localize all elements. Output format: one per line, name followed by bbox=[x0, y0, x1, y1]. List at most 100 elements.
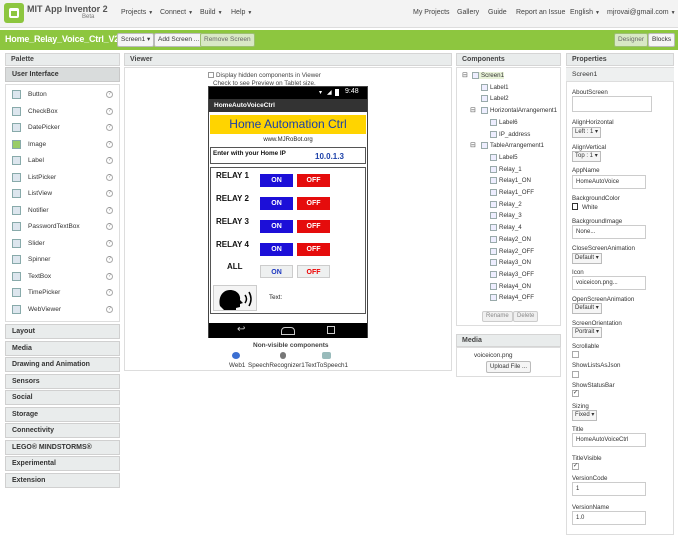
component-tree-item[interactable]: Relay3_OFF bbox=[490, 270, 534, 278]
ip-address-field[interactable]: 10.0.1.3 bbox=[315, 152, 344, 161]
language-menu[interactable]: English ▼ bbox=[570, 9, 600, 16]
show-lists-checkbox[interactable] bbox=[572, 371, 579, 378]
title-input[interactable]: HomeAutoVoiceCtrl bbox=[572, 433, 646, 447]
component-tree-item[interactable]: Relay4_ON bbox=[490, 282, 531, 290]
help-icon[interactable]: ? bbox=[106, 223, 113, 230]
background-image-input[interactable]: None... bbox=[572, 225, 646, 239]
nonvisible-text-to-speech[interactable]: TextToSpeech1 bbox=[305, 362, 348, 369]
component-tree-item[interactable]: Label1 bbox=[481, 83, 509, 91]
url-label[interactable]: www.MJRoBot.org bbox=[209, 137, 367, 143]
palette-group-user-interface[interactable]: User Interface bbox=[5, 67, 120, 82]
component-tree-item[interactable]: Relay_2 bbox=[490, 200, 522, 208]
color-swatch-icon[interactable] bbox=[572, 203, 578, 210]
palette-category[interactable]: Experimental bbox=[5, 456, 120, 471]
palette-category[interactable]: Drawing and Animation bbox=[5, 357, 120, 372]
component-tree-item[interactable]: HorizontalArrangement1 bbox=[481, 107, 557, 114]
help-icon[interactable]: ? bbox=[106, 190, 113, 197]
speech-bubble-icon[interactable] bbox=[322, 352, 331, 359]
help-icon[interactable]: ? bbox=[106, 272, 113, 280]
show-status-bar-checkbox[interactable]: ✓ bbox=[572, 390, 579, 397]
component-tree-item[interactable]: Relay3_ON bbox=[490, 259, 531, 266]
palette-item-datepicker[interactable]: DatePicker? bbox=[6, 120, 119, 136]
palette-item-webviewer[interactable]: WebViewer? bbox=[6, 302, 119, 318]
help-icon[interactable]: ? bbox=[106, 305, 113, 313]
palette-item-listpicker[interactable]: ListPicker? bbox=[6, 170, 119, 186]
palette-item-listview[interactable]: ListView? bbox=[6, 186, 119, 202]
nonvisible-speech-recognizer[interactable]: SpeechRecognizer1 bbox=[248, 362, 305, 369]
open-animation-select[interactable]: Default ▾ bbox=[572, 303, 602, 314]
relay-2-off-button[interactable]: OFF bbox=[297, 197, 330, 210]
palette-item-notifier[interactable]: Notifier? bbox=[6, 203, 119, 219]
palette-item-timepicker[interactable]: TimePicker? bbox=[6, 285, 119, 301]
relay-2-on-button[interactable]: ON bbox=[260, 197, 293, 210]
component-tree-item[interactable]: Relay1_ON bbox=[490, 177, 531, 184]
gallery-link[interactable]: Gallery bbox=[457, 9, 479, 16]
all-off-button[interactable]: OFF bbox=[297, 265, 330, 278]
palette-item-passwordtextbox[interactable]: PasswordTextBox? bbox=[6, 219, 119, 235]
help-icon[interactable]: ? bbox=[106, 157, 113, 164]
screen-title-bar[interactable]: HomeAutoVoiceCtrl bbox=[209, 99, 367, 112]
palette-item-textbox[interactable]: TextBox? bbox=[6, 269, 119, 285]
align-vertical-select[interactable]: Top : 1 ▾ bbox=[572, 151, 601, 162]
palette-item-label[interactable]: Label? bbox=[6, 153, 119, 169]
relay-2-label[interactable]: RELAY 2 bbox=[216, 194, 249, 203]
text-label[interactable]: Text: bbox=[269, 294, 282, 301]
about-screen-input[interactable] bbox=[572, 96, 652, 112]
menu-build[interactable]: Build ▼ bbox=[200, 9, 223, 16]
help-icon[interactable]: ? bbox=[106, 173, 113, 181]
menu-help[interactable]: Help ▼ bbox=[231, 9, 252, 16]
palette-category[interactable]: Social bbox=[5, 390, 120, 405]
report-issue-link[interactable]: Report an Issue bbox=[516, 9, 565, 16]
upload-file-button[interactable]: Upload File ... bbox=[486, 361, 532, 373]
collapse-icon[interactable]: ⊟ bbox=[470, 106, 476, 114]
microphone-icon[interactable] bbox=[280, 352, 286, 359]
hidden-components-checkbox[interactable] bbox=[208, 72, 214, 79]
component-tree-item[interactable]: IP_address bbox=[490, 130, 530, 138]
component-tree-item[interactable]: Relay1_OFF bbox=[490, 189, 534, 196]
palette-category[interactable]: Storage bbox=[5, 406, 120, 422]
designer-button[interactable]: Designer bbox=[614, 33, 649, 47]
help-icon[interactable]: ? bbox=[106, 206, 113, 214]
help-icon[interactable]: ? bbox=[106, 239, 113, 247]
palette-item-spinner[interactable]: Spinner? bbox=[6, 252, 119, 268]
palette-category[interactable]: Extension bbox=[5, 472, 120, 488]
component-tree-item[interactable]: Relay_4 bbox=[490, 224, 522, 231]
background-color-value[interactable]: White bbox=[582, 204, 598, 211]
relay-4-off-button[interactable]: OFF bbox=[297, 243, 330, 256]
collapse-icon[interactable]: ⊟ bbox=[462, 71, 468, 79]
palette-item-image[interactable]: Image? bbox=[6, 137, 119, 153]
voice-button[interactable] bbox=[213, 285, 257, 311]
delete-button[interactable]: Delete bbox=[513, 311, 539, 322]
screen-orientation-select[interactable]: Portrait ▾ bbox=[572, 327, 603, 338]
help-icon[interactable]: ? bbox=[106, 289, 113, 296]
align-horizontal-select[interactable]: Left : 1 ▾ bbox=[572, 127, 602, 138]
palette-category[interactable]: Sensors bbox=[5, 373, 120, 389]
component-tree-item[interactable]: TableArrangement1 bbox=[481, 142, 544, 149]
version-code-input[interactable]: 1 bbox=[572, 482, 646, 496]
relay-1-off-button[interactable]: OFF bbox=[297, 174, 330, 187]
account-menu[interactable]: mjrovai@gmail.com ▼ bbox=[607, 9, 676, 16]
relay-3-off-button[interactable]: OFF bbox=[297, 220, 330, 233]
component-tree-item[interactable]: Relay_3 bbox=[490, 212, 522, 220]
screen-select[interactable]: Screen1 ▾ bbox=[117, 33, 155, 47]
help-icon[interactable]: ? bbox=[106, 107, 113, 115]
blocks-button[interactable]: Blocks bbox=[648, 33, 676, 47]
component-tree-item[interactable]: Label6 bbox=[490, 118, 518, 126]
web-icon[interactable] bbox=[232, 352, 240, 359]
component-tree-item[interactable]: Label5 bbox=[490, 153, 518, 161]
help-icon[interactable]: ? bbox=[106, 91, 113, 98]
palette-category[interactable]: LEGO® MINDSTORMS® bbox=[5, 439, 120, 455]
relay-1-label[interactable]: RELAY 1 bbox=[216, 171, 249, 180]
media-file-item[interactable]: voiceicon.png bbox=[474, 352, 513, 359]
palette-category[interactable]: Connectivity bbox=[5, 423, 120, 438]
collapse-icon[interactable]: ⊟ bbox=[470, 141, 476, 149]
palette-item-button[interactable]: Button? bbox=[6, 87, 119, 103]
guide-link[interactable]: Guide bbox=[488, 9, 507, 16]
my-projects-link[interactable]: My Projects bbox=[413, 9, 450, 16]
add-screen-button[interactable]: Add Screen ... bbox=[154, 33, 204, 47]
component-tree-item[interactable]: Screen1 bbox=[472, 72, 505, 80]
remove-screen-button[interactable]: Remove Screen bbox=[200, 33, 255, 47]
all-relays-label[interactable]: ALL bbox=[227, 262, 243, 271]
all-on-button[interactable]: ON bbox=[260, 265, 293, 278]
component-tree-item[interactable]: Relay2_OFF bbox=[490, 247, 534, 255]
